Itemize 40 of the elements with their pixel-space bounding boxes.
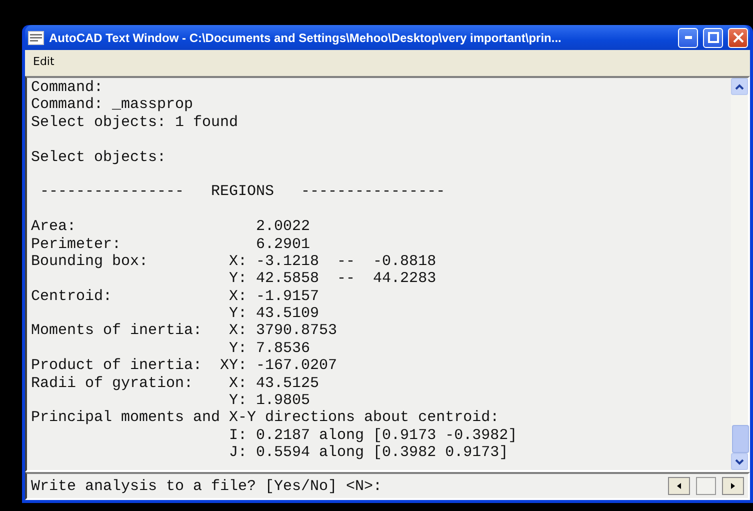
horizontal-scroll-thumb[interactable]: [696, 477, 716, 495]
scroll-up-button[interactable]: [731, 78, 748, 95]
chevron-down-icon: [735, 458, 744, 464]
window-title: AutoCAD Text Window - C:\Documents and Settings\Mehoo\Desktop\very important\prin...: [49, 30, 562, 44]
output-line: Bounding box: X: -3.1218 -- -0.8818: [31, 252, 436, 270]
output-line: Select objects:: [31, 148, 166, 166]
command-prompt: Write analysis to a file? [Yes/No] <N>:: [30, 478, 384, 494]
minimize-icon: [684, 36, 692, 39]
output-line: Area: 2.0022: [31, 218, 310, 236]
output-line: Centroid: X: -1.9157: [31, 288, 320, 306]
output-line: Select objects: 1 found: [31, 114, 238, 132]
close-button[interactable]: [728, 28, 748, 48]
triangle-left-icon: [675, 482, 683, 490]
window-icon: [28, 30, 44, 44]
close-icon: [732, 32, 744, 43]
maximize-button[interactable]: [703, 28, 723, 48]
output-line: Radii of gyration: X: 43.5125: [31, 374, 320, 392]
output-line: I: 0.2187 along [0.9173 -0.3982]: [228, 426, 518, 444]
minimize-button[interactable]: [678, 28, 698, 48]
maximize-icon: [708, 32, 718, 43]
output-line: Perimeter: 6.2901: [31, 236, 310, 253]
chevron-up-icon: [735, 84, 744, 90]
output-line: Y: 43.5109: [228, 305, 320, 322]
output-line: Command: _massprop: [31, 96, 194, 114]
output-line: Y: 1.9805: [228, 392, 310, 410]
output-line: Y: 7.8536: [228, 340, 310, 358]
output-line: Product of inertia: XY: -167.0207: [31, 357, 338, 375]
output-line: ---------------- REGIONS ----------------: [39, 183, 446, 201]
scroll-thumb[interactable]: [732, 425, 749, 453]
output-line: Moments of inertia: X: 3790.8753: [31, 322, 338, 340]
scroll-left-button[interactable]: [668, 477, 690, 495]
menu-item[interactable]: Edit: [29, 54, 58, 68]
output-line: Command:: [31, 79, 104, 96]
output-line: J: 0.5594 along [0.3982 0.9173]: [228, 444, 508, 462]
output-line: Y: 42.5858 -- 44.2283: [228, 270, 436, 288]
output-line: Principal moments and X-Y directions about centroid:: [31, 409, 500, 427]
vertical-scrollbar[interactable]: [731, 78, 748, 470]
scroll-down-button[interactable]: [731, 453, 748, 470]
triangle-right-icon: [729, 482, 737, 490]
scroll-right-button[interactable]: [722, 477, 744, 495]
